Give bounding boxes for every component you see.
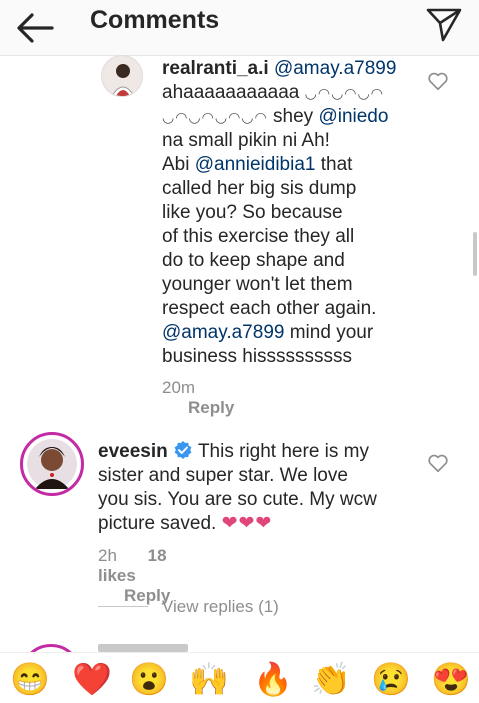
avatar[interactable] [101,55,143,97]
comment-text-line: business hissssssssss [162,346,353,367]
comment-text-line: This right here is my [197,441,369,462]
comment-text-line: that [320,154,353,175]
comment-text-line: Abi [162,154,190,175]
comment-text-line: of this exercise they all [162,226,355,247]
comment-time: 2h [98,546,117,565]
comment-text-line: respect each other again. [162,298,377,319]
divider [98,606,148,607]
emoji-raised-hands-button[interactable]: 🙌 [189,661,229,697]
avatar-image [111,64,135,96]
comment-meta: 2h 18 likes Reply [98,546,170,606]
comment-text-line: do to keep shape and [162,250,345,271]
heart-outline-icon [428,454,448,473]
emoji-cry-button[interactable]: 😢 [371,661,411,697]
emoji-text: ◡◠◡◠◡◠◡◠ [162,109,268,125]
emoji-grin-button[interactable]: 😁 [10,661,50,697]
comment-username[interactable]: eveesin [98,441,168,462]
like-comment-button[interactable] [427,70,449,92]
reply-button[interactable]: Reply [188,398,234,417]
comment-text-line: younger won't let them [162,274,353,295]
comment-body: realranti_a.i @amay.a7899 ahaaaaaaaaaaa … [162,57,452,369]
share-button[interactable] [424,4,464,44]
arrow-left-icon [17,13,54,43]
comment-username[interactable]: realranti_a.i [162,58,269,79]
comment-body: eveesin This right here is my sister and… [98,440,428,536]
comment-text-line: mind your [289,322,374,343]
avatar-image [27,439,77,489]
verified-badge-icon [174,441,192,459]
emoji-wow-button[interactable]: 😮 [129,661,169,697]
comment-meta: 20m Reply [162,378,234,418]
mention-link[interactable]: @iniedo [318,106,388,127]
comment-text-line: shey [273,106,314,127]
comment-text-line: you sis. You are so cute. My wcw [98,489,377,510]
mention-link[interactable]: @amay.a7899 [274,58,396,79]
mention-link[interactable]: @annieidibia1 [195,154,316,175]
emoji-heart-eyes-button[interactable]: 😍 [431,661,471,697]
comment-username [98,644,188,652]
comments-header: Comments [0,0,479,56]
mention-link[interactable]: @amay.a7899 [162,322,284,343]
comment-text-line: picture saved. [98,513,217,534]
comment-text-line: ahaaaaaaaaaaa [162,82,300,103]
emoji-bar: 😁 ❤️ 😮 🙌 🔥 👏 😢 😍 [0,652,479,703]
view-replies-button[interactable]: View replies (1) [162,597,279,617]
paper-plane-icon [426,8,462,42]
heart-emoji: ❤❤❤ [221,513,273,534]
comment-text-line: called her big sis dump [162,178,357,199]
scrollbar[interactable] [473,232,477,276]
comment-text-line: like you? So because [162,202,343,223]
avatar[interactable] [20,432,84,496]
back-button[interactable] [14,8,58,48]
like-comment-button[interactable] [427,452,449,474]
emoji-text: ◡◠◡◠◡◠ [304,85,384,101]
comment-text-line: sister and super star. We love [98,465,348,486]
emoji-clap-button[interactable]: 👏 [311,661,351,697]
comment-time: 20m [162,378,196,397]
emoji-heart-button[interactable]: ❤️ [72,661,112,697]
comment-text-line: na small pikin ni Ah! [162,130,330,151]
heart-outline-icon [428,72,448,91]
page-title: Comments [90,6,220,34]
emoji-fire-button[interactable]: 🔥 [253,661,293,697]
